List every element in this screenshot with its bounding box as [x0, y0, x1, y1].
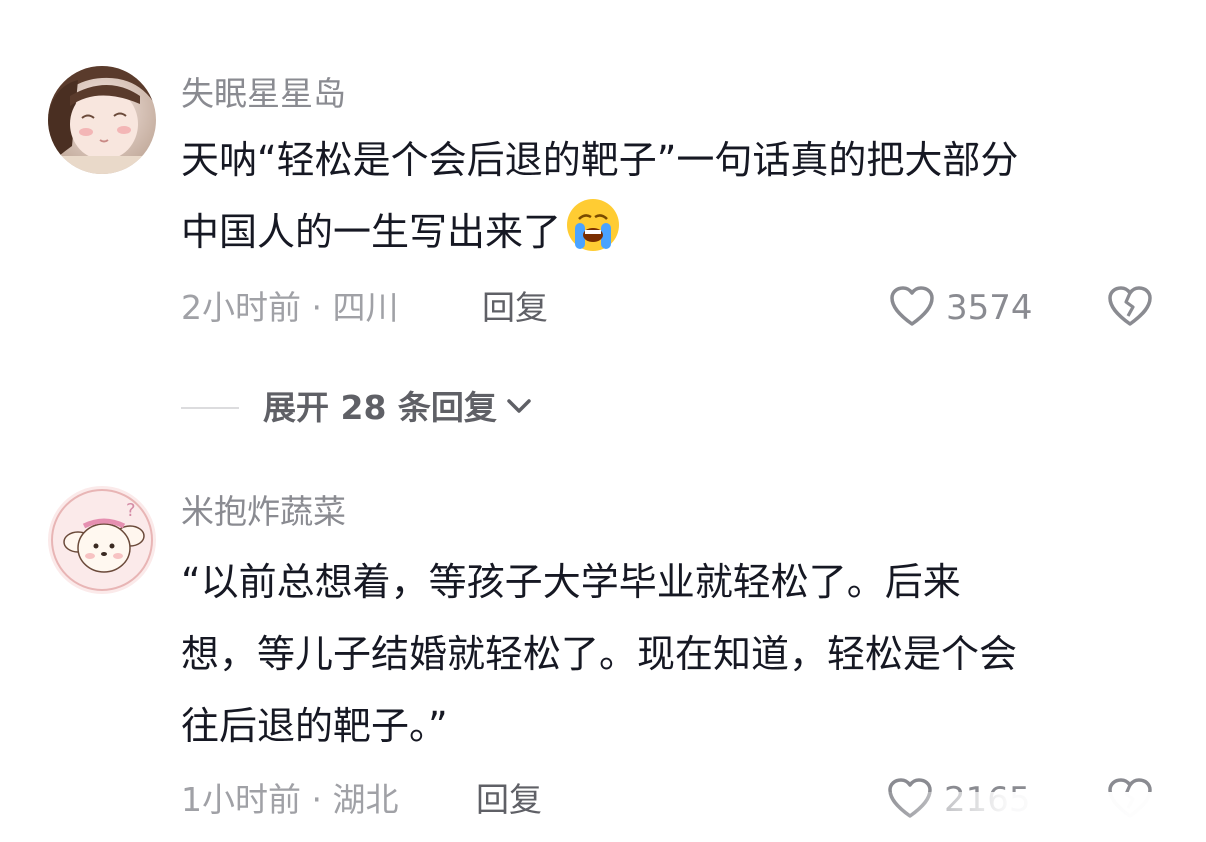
expand-replies-button[interactable]: 展开 28 条回复	[181, 386, 533, 430]
avatar-image	[48, 66, 156, 174]
broken-heart-icon	[1106, 286, 1154, 332]
chevron-down-icon	[505, 396, 533, 420]
comment-text-line: 往后退的靶子。”	[181, 704, 448, 748]
comment-time-location: 1小时前 · 湖北	[181, 780, 399, 819]
comment-username[interactable]: 失眠星星岛	[181, 74, 346, 114]
loudly-crying-face-icon	[565, 197, 621, 276]
comment-text-line: 天呐“轻松是个会后退的靶子”一句话真的把大部分	[181, 138, 1019, 182]
comment-item-1: 失眠星星岛 天呐“轻松是个会后退的靶子”一句话真的把大部分 中国人的一生写出来了…	[0, 0, 1206, 360]
comment-text-line: 想，等儿子结婚就轻松了。现在知道，轻松是个会	[181, 632, 1018, 676]
reply-button[interactable]: 回复	[482, 288, 548, 328]
comment-item-2: ? 米抱炸蔬菜 “以前总想着，等孩子大学毕业就轻松了。后来 想，等儿子结婚就轻松…	[0, 470, 1206, 842]
divider-line	[181, 407, 239, 409]
comment-username[interactable]: 米抱炸蔬菜	[181, 492, 346, 532]
avatar-image: ?	[48, 486, 156, 594]
svg-text:?: ?	[126, 500, 136, 521]
comment-time-location: 2小时前 · 四川	[181, 288, 399, 327]
user-avatar[interactable]: ?	[48, 486, 156, 594]
heart-icon	[888, 284, 936, 332]
watermark-overlay	[876, 792, 1206, 842]
like-count: 3574	[946, 288, 1033, 328]
comment-text-line-with-emoji: 中国人的一生写出来了	[181, 196, 1171, 268]
comment-text: “以前总想着，等孩子大学毕业就轻松了。后来 想，等儿子结婚就轻松了。现在知道，轻…	[181, 546, 1171, 762]
comment-text: 天呐“轻松是个会后退的靶子”一句话真的把大部分 中国人的一生写出来了	[181, 124, 1171, 268]
comment-text-line: “以前总想着，等孩子大学毕业就轻松了。后来	[181, 560, 961, 604]
expand-replies-label: 展开 28 条回复	[263, 388, 497, 427]
dislike-button[interactable]	[1106, 284, 1154, 332]
like-button[interactable]: 3574	[888, 284, 1033, 332]
comment-text-line-text: 中国人的一生写出来了	[181, 210, 562, 254]
reply-button[interactable]: 回复	[476, 780, 542, 820]
user-avatar[interactable]	[48, 66, 156, 174]
